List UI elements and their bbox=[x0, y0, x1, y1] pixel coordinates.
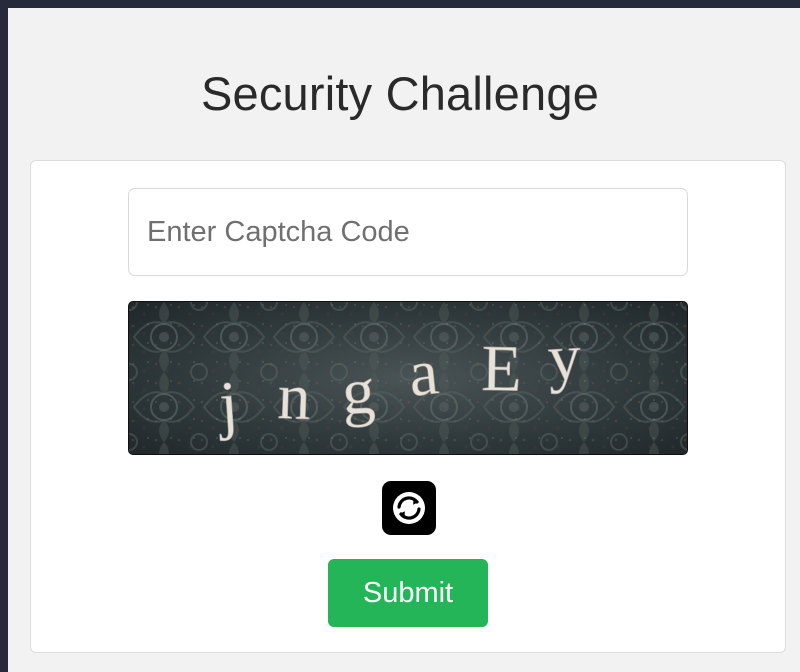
captcha-char: n bbox=[276, 360, 312, 434]
submit-button[interactable]: Submit bbox=[328, 559, 488, 627]
captcha-char: E bbox=[481, 332, 523, 406]
captcha-char: y bbox=[546, 320, 583, 395]
page-container: Security Challenge Enter Captcha Code j … bbox=[8, 8, 800, 672]
captcha-image-graphic: jngaEy bbox=[129, 302, 687, 454]
page-title: Security Challenge bbox=[200, 67, 600, 120]
captcha-input[interactable] bbox=[128, 188, 688, 276]
captcha-card: jngaEy Submit bbox=[30, 160, 786, 653]
refresh-captcha-button[interactable] bbox=[382, 481, 436, 535]
refresh-icon bbox=[393, 492, 425, 524]
captcha-image: jngaEy bbox=[128, 301, 688, 455]
captcha-char: g bbox=[340, 354, 377, 429]
